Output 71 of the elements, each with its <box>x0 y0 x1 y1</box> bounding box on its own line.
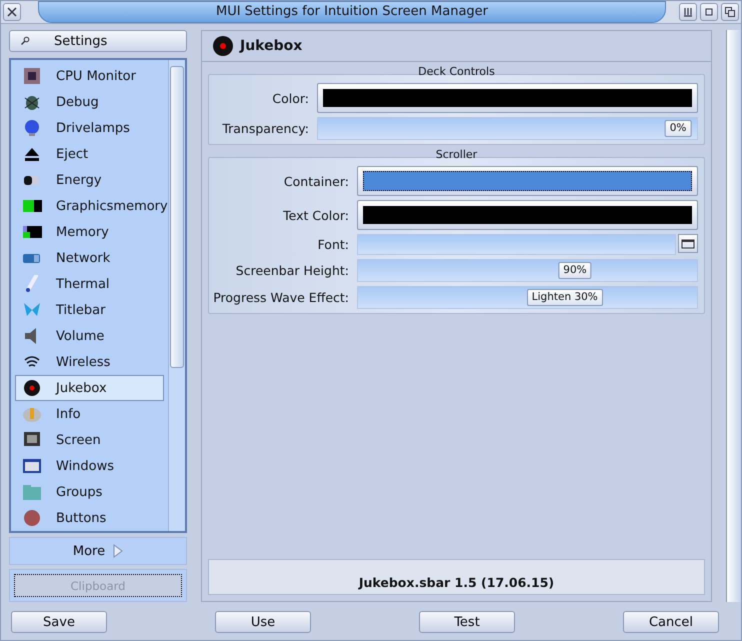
sidebar-item[interactable]: Screen <box>15 427 164 453</box>
field-label: Font: <box>316 237 349 252</box>
iconify-button[interactable] <box>679 3 697 21</box>
action-button[interactable]: Save <box>11 611 107 633</box>
monitor-icon <box>22 431 42 449</box>
magnifier-icon <box>20 36 30 46</box>
square-icon <box>703 6 715 18</box>
field-label: Transparency: <box>221 121 309 136</box>
record-icon <box>22 379 42 397</box>
zoom-button[interactable] <box>700 3 718 21</box>
sidebar-item[interactable]: Info <box>15 401 164 427</box>
window-icon <box>22 457 42 475</box>
bars-icon <box>682 6 694 18</box>
chip-icon <box>22 67 42 85</box>
field-label: Screenbar Height: <box>234 263 349 278</box>
window-title: MUI Settings for Intuition Screen Manager <box>38 1 666 23</box>
info-icon <box>22 405 42 423</box>
depth-button[interactable] <box>721 3 739 21</box>
color-button[interactable] <box>357 200 698 230</box>
font-field[interactable] <box>357 234 676 255</box>
sidebar-item[interactable]: Debug <box>15 89 164 115</box>
folder-icon <box>22 483 42 501</box>
slider-track[interactable]: 90% <box>357 259 698 282</box>
meter-icon <box>22 197 42 215</box>
sidebar-item[interactable]: Eject <box>15 141 164 167</box>
action-button[interactable]: Use <box>215 611 311 633</box>
slider-knob[interactable]: 0% <box>664 120 692 137</box>
field-label: Container: <box>282 174 349 188</box>
sidebar-item[interactable]: CPU Monitor <box>15 63 164 89</box>
sidebar-item[interactable]: Groups <box>15 479 164 505</box>
field-label: Color: <box>271 90 309 106</box>
bug-icon <box>22 93 42 111</box>
sidebar-item[interactable]: Energy <box>15 167 164 193</box>
popup-button[interactable] <box>678 234 698 253</box>
slider-track[interactable]: Lighten 30% <box>357 286 698 309</box>
slider-knob[interactable]: Lighten 30% <box>526 289 603 306</box>
color-button[interactable] <box>317 83 698 113</box>
record-icon <box>212 35 234 57</box>
sidebar-item[interactable]: Buttons <box>15 505 164 531</box>
bulb-icon <box>22 119 42 137</box>
close-button[interactable] <box>3 3 21 21</box>
action-button[interactable]: Cancel <box>623 611 719 633</box>
triangle-right-icon <box>113 544 124 558</box>
folder-icon <box>681 238 695 249</box>
slider-knob[interactable]: 90% <box>558 262 592 279</box>
action-button[interactable]: Test <box>419 611 515 633</box>
field-label: Progress Wave Effect: <box>213 290 349 305</box>
window-scrollbar[interactable] <box>726 30 741 602</box>
meter-icon <box>22 223 42 241</box>
sidebar-item[interactable]: Titlebar <box>15 297 164 323</box>
color-button[interactable] <box>357 166 698 196</box>
sidebar-item[interactable]: Wireless <box>15 349 164 375</box>
group-title: Scroller <box>434 148 478 161</box>
field-label: Text Color: <box>282 208 349 222</box>
settings-button[interactable]: Settings <box>9 30 187 52</box>
panel-title: Jukebox <box>240 38 302 54</box>
version-text: Jukebox.sbar 1.5 (17.06.15) <box>358 575 554 590</box>
sidebar-item[interactable]: Thermal <box>15 271 164 297</box>
more-button[interactable]: More <box>9 537 187 565</box>
sidebar-item[interactable]: Network <box>15 245 164 271</box>
sidebar-item[interactable]: Drivelamps <box>15 115 164 141</box>
group-title: Deck Controls <box>417 65 496 78</box>
sidebar-item[interactable]: Windows <box>15 453 164 479</box>
disc-icon <box>22 509 42 527</box>
sidebar-item[interactable]: Volume <box>15 323 164 349</box>
sidebar-item[interactable]: Jukebox <box>15 375 164 401</box>
list-scrollbar[interactable] <box>168 60 185 531</box>
slider-track[interactable]: 0% <box>317 117 698 140</box>
overlapping-squares-icon <box>724 6 736 18</box>
close-icon <box>6 6 18 18</box>
sidebar-item[interactable]: Memory <box>15 219 164 245</box>
